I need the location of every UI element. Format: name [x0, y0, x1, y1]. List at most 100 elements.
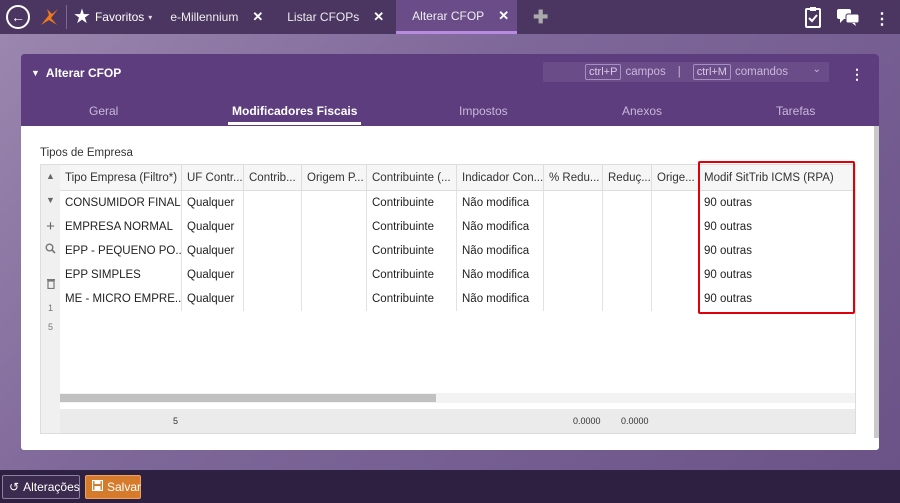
close-icon[interactable]: ✕ [252, 9, 263, 25]
table-cell[interactable] [244, 287, 302, 311]
tab-e-millennium[interactable]: e-Millennium ✕ [162, 0, 271, 34]
table-cell[interactable]: EPP - PEQUENO PO... [60, 239, 182, 263]
chat-icon[interactable] [836, 8, 860, 29]
column-header[interactable]: Tipo Empresa (Filtro*) [60, 165, 182, 191]
vertical-scrollbar[interactable] [874, 126, 879, 438]
table-cell[interactable]: Qualquer [182, 263, 244, 287]
table-cell[interactable]: 90 outras [699, 263, 855, 287]
table-cell[interactable] [302, 239, 367, 263]
table-row[interactable]: ME - MICRO EMPRE... Qualquer Contribuinte N… [60, 287, 855, 311]
table-cell[interactable] [302, 191, 367, 215]
search-icon[interactable] [41, 243, 60, 257]
table-cell[interactable]: Contribuinte [367, 263, 457, 287]
table-cell[interactable]: EPP SIMPLES [60, 263, 182, 287]
table-cell[interactable]: Contribuinte [367, 239, 457, 263]
table-cell[interactable] [544, 191, 603, 215]
column-header[interactable]: Indicador Con... [457, 165, 544, 191]
clipboard-icon[interactable] [804, 6, 822, 31]
sort-down-icon[interactable]: ▼ [41, 195, 60, 205]
column-header[interactable]: UF Contr... [182, 165, 244, 191]
table-cell[interactable]: Qualquer [182, 191, 244, 215]
horizontal-scrollbar[interactable] [60, 393, 855, 403]
table-cell[interactable]: 90 outras [699, 215, 855, 239]
column-header[interactable]: Reduç... [603, 165, 652, 191]
close-icon[interactable]: ✕ [498, 8, 509, 24]
table-cell[interactable]: Qualquer [182, 287, 244, 311]
table-cell[interactable] [603, 191, 652, 215]
column-header[interactable]: Contribuinte (... [367, 165, 457, 191]
table-row[interactable]: EPP - PEQUENO PO... Qualquer Contribuinte N… [60, 239, 855, 263]
add-tab-icon[interactable]: ✚ [533, 7, 548, 28]
table-cell[interactable]: CONSUMIDOR FINAL [60, 191, 182, 215]
table-cell[interactable]: Não modifica [457, 239, 544, 263]
table-cell[interactable]: Qualquer [182, 215, 244, 239]
table-cell[interactable] [302, 215, 367, 239]
favorites-menu[interactable]: ★ Favoritos ▾ [73, 7, 152, 27]
table-cell[interactable]: 90 outras [699, 287, 855, 311]
table-cell[interactable]: Contribuinte [367, 287, 457, 311]
table-cell[interactable] [652, 263, 699, 287]
tab-geral[interactable]: Geral [89, 104, 118, 118]
table-cell[interactable] [244, 239, 302, 263]
table-cell[interactable] [302, 263, 367, 287]
table-cell[interactable]: Não modifica [457, 215, 544, 239]
tab-impostos[interactable]: Impostos [459, 104, 508, 118]
table-cell[interactable] [544, 215, 603, 239]
table-row[interactable]: EMPRESA NORMAL Qualquer Contribuinte Não mo… [60, 215, 855, 239]
tab-listar-cfops[interactable]: Listar CFOPs ✕ [279, 0, 392, 34]
add-icon[interactable]: + [41, 218, 60, 235]
table-cell[interactable] [603, 215, 652, 239]
table-cell[interactable]: ME - MICRO EMPRE... [60, 287, 182, 311]
table-cell[interactable]: 90 outras [699, 239, 855, 263]
sort-up-icon[interactable]: ▲ [41, 171, 60, 181]
table-cell[interactable] [544, 263, 603, 287]
close-icon[interactable]: ✕ [373, 9, 384, 25]
shortcut-key-commands: ctrl+M [692, 64, 731, 80]
table-cell[interactable] [603, 287, 652, 311]
table-cell[interactable] [544, 287, 603, 311]
table-cell[interactable] [603, 239, 652, 263]
chevron-down-icon[interactable]: ⌄ [813, 64, 821, 75]
table-cell[interactable]: Não modifica [457, 263, 544, 287]
tab-alterar-cfop[interactable]: Alterar CFOP ✕ [396, 0, 518, 34]
column-header[interactable]: Modif SitTrib ICMS (RPA) [699, 165, 855, 191]
table-cell[interactable] [244, 191, 302, 215]
table-cell[interactable] [652, 287, 699, 311]
column-header[interactable]: Origem P... [302, 165, 367, 191]
scrollbar-thumb[interactable] [60, 394, 436, 402]
trash-icon[interactable] [41, 278, 60, 292]
table-cell[interactable]: Não modifica [457, 191, 544, 215]
table-row[interactable]: CONSUMIDOR FINAL Qualquer Contribuinte Não … [60, 191, 855, 215]
table-cell[interactable] [302, 287, 367, 311]
column-header[interactable]: % Redu... [544, 165, 603, 191]
more-vertical-icon[interactable]: ⋮ [874, 9, 890, 29]
table-cell[interactable]: EMPRESA NORMAL [60, 215, 182, 239]
table-cell[interactable]: Contribuinte [367, 191, 457, 215]
tab-modificadores-fiscais[interactable]: Modificadores Fiscais [227, 104, 362, 125]
column-header[interactable]: Contrib... [244, 165, 302, 191]
table-cell[interactable] [244, 215, 302, 239]
table-cell[interactable]: Qualquer [182, 239, 244, 263]
window-more-icon[interactable]: ⋮ [850, 66, 864, 83]
save-button[interactable]: Salvar [85, 475, 141, 499]
table-row[interactable]: EPP SIMPLES Qualquer Contribuinte Não modif… [60, 263, 855, 287]
changes-button[interactable]: ↺ Alterações [2, 475, 80, 499]
reduction-total: 0.0000 [573, 416, 601, 426]
table-cell[interactable] [652, 215, 699, 239]
table-cell[interactable]: 90 outras [699, 191, 855, 215]
column-header[interactable]: Orige... [652, 165, 699, 191]
table-cell[interactable]: Contribuinte [367, 215, 457, 239]
tab-tarefas[interactable]: Tarefas [776, 104, 815, 118]
table-cell[interactable]: Não modifica [457, 287, 544, 311]
table-cell[interactable] [544, 239, 603, 263]
tab-anexos[interactable]: Anexos [622, 104, 662, 118]
table-cell[interactable] [244, 263, 302, 287]
table-cell[interactable] [603, 263, 652, 287]
table-cell[interactable] [652, 239, 699, 263]
app-logo-icon[interactable] [38, 6, 60, 28]
table-cell[interactable] [652, 191, 699, 215]
back-arrow-icon[interactable]: ← [6, 5, 30, 29]
window-title[interactable]: ▼ Alterar CFOP [31, 66, 121, 80]
shortcut-bar[interactable]: ctrl+P campos | ctrl+M comandos ⌄ [543, 62, 829, 82]
collapse-triangle-icon[interactable]: ▼ [31, 68, 40, 78]
